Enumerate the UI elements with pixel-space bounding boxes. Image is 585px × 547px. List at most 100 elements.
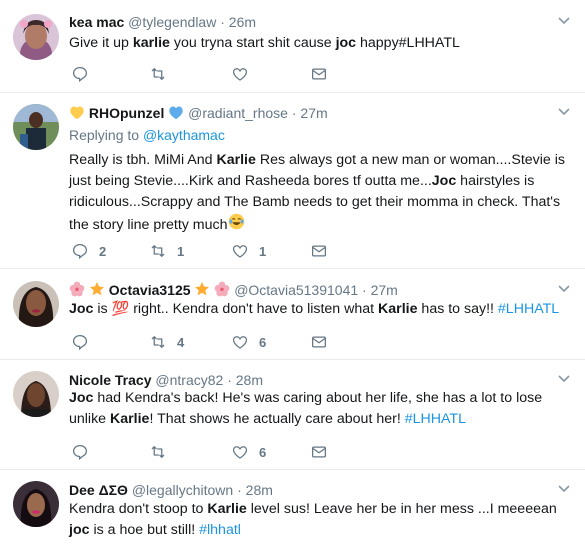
display-name[interactable]: Octavia3125 [109, 282, 191, 298]
direct-message-button[interactable] [310, 64, 328, 84]
reply-button[interactable] [71, 64, 99, 84]
retweet-icon [151, 245, 165, 257]
tweet[interactable]: Dee ΔΣΘ @legallychitown · 28m Kendra don… [0, 470, 585, 547]
like-button[interactable]: 6 [231, 332, 266, 352]
tweet[interactable]: Nicole Tracy @ntracy82 · 28m Joc had Ken… [0, 360, 585, 470]
handle[interactable]: @legallychitown [132, 482, 233, 498]
separator: · [227, 372, 232, 388]
joy-emoji [228, 213, 245, 237]
timestamp[interactable]: 27m [300, 105, 327, 121]
avatar-image [13, 281, 59, 327]
hashtag-link[interactable]: #LHHATL [405, 411, 466, 427]
retweet-button[interactable] [149, 442, 177, 462]
caret-down-icon[interactable] [557, 105, 571, 119]
heart-icon [232, 446, 248, 459]
keyword-highlight: Karlie [378, 301, 418, 317]
avatar-image [13, 371, 59, 417]
caret-down-icon[interactable] [557, 282, 571, 296]
tweet-header: Dee ΔΣΘ @legallychitown · 28m [69, 481, 273, 499]
tweet-text: Really is tbh. MiMi And Karlie Res alway… [69, 150, 575, 237]
caret-down-icon[interactable] [557, 14, 571, 28]
like-button[interactable]: 6 [231, 442, 266, 462]
reply-icon [72, 334, 88, 351]
keyword-highlight: Joc [431, 173, 457, 189]
tweet-header: RHOpunzel @radiant_rhose · 27m [69, 104, 328, 124]
reply-button[interactable] [71, 442, 99, 462]
avatar[interactable] [13, 281, 59, 327]
yellow-heart-emoji [69, 105, 85, 124]
display-name[interactable]: Dee ΔΣΘ [69, 482, 128, 498]
retweet-count: 1 [177, 243, 185, 259]
replying-label: Replying to [69, 127, 143, 143]
avatar[interactable] [13, 104, 59, 150]
reply-button[interactable] [71, 332, 99, 352]
tweet-header: kea mac @tylegendlaw · 26m [69, 13, 256, 31]
timestamp[interactable]: 27m [371, 282, 398, 298]
tweet-text: Give it up karlie you tryna start shit c… [69, 35, 460, 51]
like-count: 1 [259, 243, 267, 259]
keyword-highlight: Karlie [216, 152, 256, 168]
keyword-highlight: karlie [132, 35, 170, 51]
handle[interactable]: @Octavia51391041 [234, 282, 358, 298]
hashtag-link[interactable]: #lhhatl [199, 522, 241, 538]
direct-message-button[interactable] [310, 241, 328, 261]
heart-icon [232, 245, 248, 258]
tweet-text: Joc is 💯 right.. Kendra don't have to li… [69, 301, 560, 317]
retweet-count: 4 [177, 334, 185, 350]
separator: · [291, 105, 297, 121]
tweet[interactable]: Octavia3125 @Octavia51391041 · 27m Joc i… [0, 269, 585, 360]
handle[interactable]: @radiant_rhose [188, 105, 288, 121]
avatar[interactable] [13, 481, 59, 527]
heart-icon [232, 68, 248, 81]
blue-heart-emoji [168, 105, 184, 124]
direct-message-button[interactable] [310, 442, 328, 462]
retweet-icon [151, 446, 165, 458]
tweet-header: Nicole Tracy @ntracy82 · 28m [69, 371, 263, 389]
replying-to: Replying to @kaythamac [69, 127, 225, 143]
separator: · [362, 282, 367, 298]
keyword-highlight: joc [69, 522, 90, 538]
timestamp[interactable]: 28m [246, 482, 273, 498]
reply-icon [72, 444, 88, 461]
keyword-highlight: Karlie [110, 411, 150, 427]
keyword-highlight: Joc [69, 301, 94, 317]
timestamp[interactable]: 28m [236, 372, 263, 388]
keyword-highlight: joc [335, 35, 357, 51]
like-button[interactable]: 1 [231, 241, 266, 261]
retweet-button[interactable] [149, 64, 177, 84]
replying-to-link[interactable]: @kaythamac [143, 127, 225, 143]
reply-count: 2 [99, 243, 107, 259]
display-name[interactable]: Nicole Tracy [69, 372, 152, 388]
caret-down-icon[interactable] [557, 372, 571, 386]
keyword-highlight: Karlie [207, 501, 247, 517]
keyword-highlight: Joc [69, 390, 94, 406]
tweet-text: Kendra don't stoop to Karlie level sus! … [69, 501, 557, 538]
avatar[interactable] [13, 14, 59, 60]
retweet-button[interactable]: 4 [149, 332, 184, 352]
direct-message-button[interactable] [310, 332, 328, 352]
handle[interactable]: @ntracy82 [155, 372, 223, 388]
tweet[interactable]: kea mac @tylegendlaw · 26m Give it up ka… [0, 0, 585, 93]
like-button[interactable] [231, 64, 259, 84]
message-icon [311, 446, 327, 458]
handle[interactable]: @tylegendlaw [128, 14, 216, 30]
avatar[interactable] [13, 371, 59, 417]
tweet-text: Joc had Kendra's back! He's was caring a… [69, 390, 543, 427]
display-name[interactable]: RHOpunzel [89, 105, 164, 121]
message-icon [311, 336, 327, 348]
retweet-icon [151, 68, 165, 80]
display-name[interactable]: kea mac [69, 14, 124, 30]
reply-icon [72, 66, 88, 83]
hashtag-link[interactable]: #LHHATL [498, 301, 559, 317]
reply-button[interactable]: 2 [71, 241, 106, 261]
reply-icon [72, 243, 88, 260]
timestamp[interactable]: 26m [229, 14, 256, 30]
separator: · [237, 482, 242, 498]
caret-down-icon[interactable] [557, 482, 571, 496]
tweet[interactable]: RHOpunzel @radiant_rhose · 27m Replying … [0, 93, 585, 269]
retweet-button[interactable]: 1 [149, 241, 184, 261]
avatar-image [13, 14, 59, 60]
avatar-image [13, 481, 59, 527]
retweet-icon [151, 336, 165, 348]
message-icon [311, 245, 327, 257]
